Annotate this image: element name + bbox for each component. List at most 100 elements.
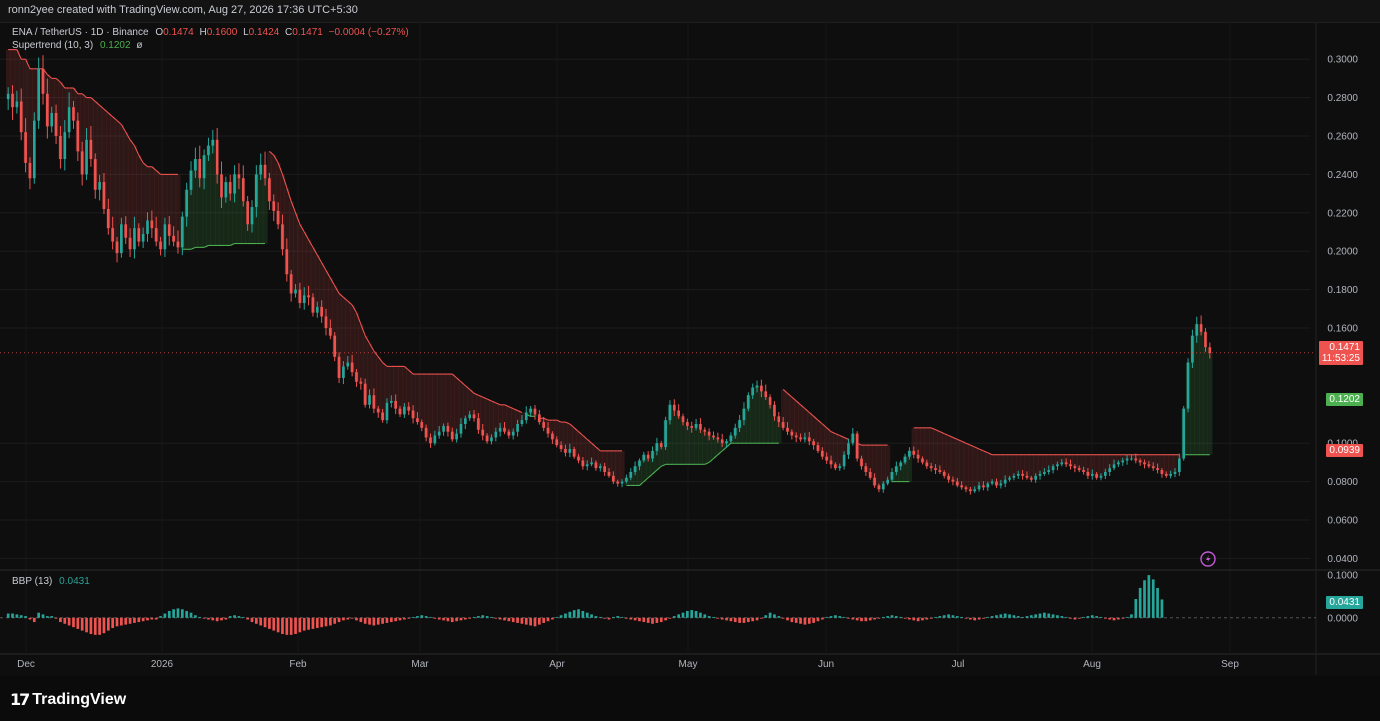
candle-body	[672, 404, 676, 411]
bbp-bar	[603, 617, 606, 619]
bbp-bar	[873, 617, 876, 620]
supertrend-band	[432, 374, 438, 436]
bbp-bar	[1151, 579, 1155, 618]
bbp-bar	[598, 616, 602, 618]
candle-body	[498, 427, 502, 432]
candle-body	[46, 93, 49, 127]
candle-body	[1060, 462, 1064, 465]
bbp-bar	[416, 616, 419, 618]
candle-body	[829, 460, 833, 465]
bbp-bar	[59, 617, 62, 623]
candle-body	[424, 427, 428, 438]
tradingview-logo[interactable]: 17 TradingView	[10, 690, 126, 709]
candle-body	[72, 107, 75, 121]
candle-body	[834, 464, 837, 469]
candle-body	[807, 437, 811, 442]
candle-body	[276, 210, 280, 225]
lightning-circle-icon[interactable]	[1200, 551, 1216, 567]
candle-body	[403, 406, 406, 415]
bbp-bar	[690, 610, 694, 618]
bbp-bar	[154, 617, 158, 620]
supertrend-legend[interactable]: Supertrend (10, 3) 0.1202 ø	[12, 40, 142, 51]
bbp-bar	[886, 616, 889, 618]
candle-body	[1043, 472, 1046, 474]
bbp-bar	[381, 617, 384, 624]
candle-body	[572, 448, 576, 457]
supertrend-band	[1033, 454, 1039, 476]
candle-body	[690, 425, 694, 428]
bbp-bar	[651, 617, 654, 624]
candle-body	[1191, 335, 1194, 363]
candle-body	[333, 335, 337, 357]
bbp-bar	[233, 615, 236, 618]
candle-body	[389, 400, 393, 403]
candle-body	[93, 159, 97, 190]
candle-body	[385, 402, 389, 421]
supertrend-band	[119, 124, 124, 225]
bbp-bar	[642, 617, 646, 623]
candle-body	[546, 427, 550, 434]
bbp-bar	[1121, 617, 1125, 619]
bbp-bar	[607, 617, 611, 620]
candle-body	[1151, 466, 1155, 469]
bbp-bar	[1099, 616, 1103, 618]
bbp-bar	[520, 617, 524, 624]
bbp-bar	[938, 616, 942, 618]
bbp-bar	[760, 617, 763, 619]
bbp-bar	[307, 617, 310, 630]
bbp-bar	[881, 616, 885, 618]
bbp-bar	[546, 617, 550, 622]
footer-bar	[0, 676, 1380, 721]
bbp-bar	[542, 617, 546, 623]
candle-body	[877, 485, 881, 490]
candle-body	[612, 475, 615, 482]
symbol-legend[interactable]: ENA / TetherUS · 1D · Binance O0.1474 H0…	[12, 27, 409, 38]
time-tick-label: Sep	[1221, 659, 1239, 670]
bbp-bar	[533, 617, 537, 627]
price-chart[interactable]: 0.3000 0.2800 0.2600 0.2400 0.2200 0.2000 0.18…	[0, 22, 1380, 675]
bbp-label: BBP (13)	[12, 576, 53, 587]
bbp-bar	[19, 615, 23, 618]
candle-body	[1182, 408, 1186, 459]
bbp-bar	[659, 617, 663, 623]
candle-body	[1003, 479, 1007, 484]
bbp-tick-label: 0.0000	[1327, 613, 1358, 624]
bbp-bar	[167, 610, 171, 618]
candle-body	[773, 404, 776, 417]
bbp-bar	[516, 617, 519, 623]
supertrend-tag-value: 0.1202	[1329, 394, 1360, 405]
candle-body	[568, 448, 572, 453]
supertrend-fill	[6, 49, 1213, 492]
candle-body	[677, 410, 681, 417]
bbp-bar	[529, 617, 532, 626]
candle-body	[594, 462, 598, 469]
bbp-bar	[921, 617, 924, 621]
bbp-bar	[450, 617, 454, 623]
supertrend-band	[376, 356, 381, 413]
bbp-tick-label: 0.1000	[1327, 571, 1358, 582]
bbp-bar	[76, 617, 80, 629]
bbp-bar	[847, 617, 850, 619]
bbp-legend[interactable]: BBP (13) 0.0431	[12, 576, 90, 587]
supertrend-line	[8, 49, 1210, 486]
bbp-bar	[350, 617, 354, 619]
bbp-bar	[120, 617, 123, 626]
candle-body	[1147, 464, 1151, 467]
candle-body	[324, 316, 328, 328]
bbp-bar	[477, 616, 480, 618]
high-value: 0.1600	[206, 27, 238, 38]
candle-body	[629, 472, 633, 478]
bbp-bar	[1077, 617, 1081, 619]
supertrend-band	[680, 422, 686, 465]
time-tick-label: 2026	[151, 659, 174, 670]
supertrend-band	[672, 410, 677, 465]
bbp-bar	[1108, 617, 1112, 620]
candle-body	[1025, 475, 1029, 478]
candle-body	[437, 431, 441, 436]
bbp-bar	[429, 616, 432, 618]
bbp-bar	[934, 616, 937, 618]
bbp-bar	[686, 610, 689, 618]
candle-body	[220, 174, 223, 198]
bbp-bar	[37, 612, 41, 618]
candle-body	[720, 439, 724, 444]
